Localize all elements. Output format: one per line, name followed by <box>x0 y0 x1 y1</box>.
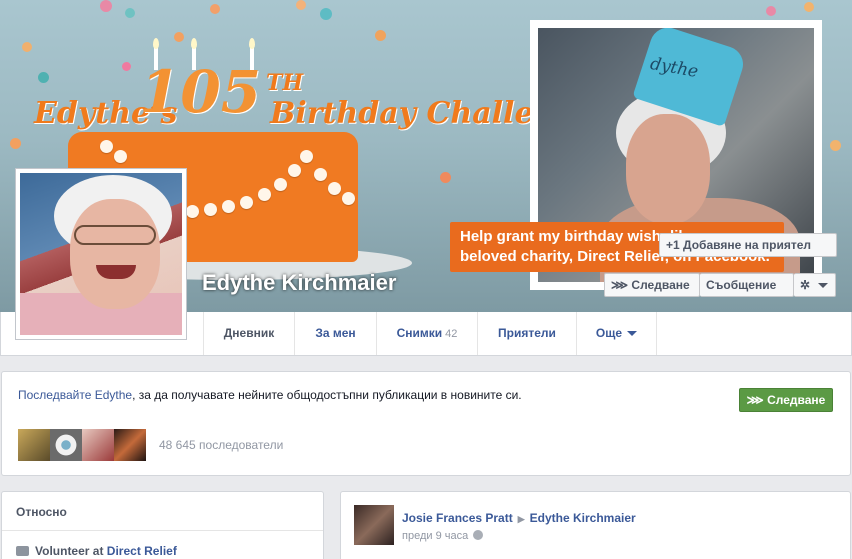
tab-friends[interactable]: Приятели <box>478 312 577 355</box>
globe-icon <box>473 530 484 540</box>
gear-icon: ✲ <box>800 278 811 292</box>
tab-label: За мен <box>315 326 356 340</box>
tab-timeline[interactable]: Дневник <box>203 312 295 355</box>
tab-about[interactable]: За мен <box>295 312 377 355</box>
add-friend-label: Добавяне на приятел <box>683 238 812 252</box>
briefcase-icon <box>16 546 29 556</box>
timeline-post: Josie Frances Pratt ▶ Edythe Kirchmaier пр… <box>340 491 851 559</box>
tab-label: Още <box>595 326 623 340</box>
rss-icon: ⋙ <box>611 278 629 292</box>
message-button[interactable]: Съобщение <box>700 273 794 297</box>
confetti <box>320 8 332 20</box>
profile-name[interactable]: Edythe Kirchmaier <box>202 270 396 296</box>
confetti <box>174 32 184 42</box>
follow-box: Последвайте Edythe, за да получавате ней… <box>1 371 851 476</box>
confetti <box>122 62 131 71</box>
confetti <box>125 8 135 18</box>
tab-photos[interactable]: Снимки 42 <box>377 312 478 355</box>
rss-icon: ⋙ <box>746 393 764 407</box>
about-title[interactable]: Относно <box>16 505 67 519</box>
message-label: Съобщение <box>706 278 777 292</box>
follow-green-label: Следване <box>767 393 826 407</box>
follow-name-link[interactable]: Последвайте Edythe <box>18 388 132 402</box>
banner-th: TH <box>266 70 304 96</box>
confetti <box>830 140 841 151</box>
options-gear-button[interactable]: ✲ <box>794 273 836 297</box>
tab-label: Дневник <box>223 326 275 340</box>
confetti <box>38 72 49 83</box>
chevron-down-icon <box>627 331 638 337</box>
follower-avatar[interactable] <box>50 429 82 461</box>
followers-count[interactable]: 48 645 последователи <box>159 438 283 452</box>
follower-avatar[interactable] <box>18 429 50 461</box>
about-work-item: Volunteer at Direct Relief <box>16 544 177 558</box>
post-header: Josie Frances Pratt ▶ Edythe Kirchmaier <box>402 511 636 525</box>
follower-avatar[interactable] <box>82 429 114 461</box>
chevron-down-icon <box>818 283 829 289</box>
banner-number: 105 <box>140 58 262 126</box>
work-prefix: Volunteer at <box>35 544 107 558</box>
confetti <box>375 30 386 41</box>
post-timestamp: преди 9 часа <box>402 530 484 542</box>
add-friend-button[interactable]: +1 Добавяне на приятел <box>659 233 837 257</box>
about-panel: Относно Volunteer at Direct Relief <box>1 491 324 559</box>
follow-label: Следване <box>631 278 690 292</box>
follow-green-button[interactable]: ⋙ Следване <box>739 388 833 412</box>
post-author-link[interactable]: Josie Frances Pratt <box>402 511 513 525</box>
follow-text: , за да получавате нейните общодостъпни … <box>132 388 522 402</box>
follow-prompt: Последвайте Edythe, за да получавате ней… <box>18 387 543 403</box>
divider <box>2 530 323 531</box>
follower-avatar[interactable] <box>114 429 146 461</box>
confetti <box>440 172 451 183</box>
confetti <box>766 6 776 16</box>
confetti <box>296 0 306 10</box>
post-time-text[interactable]: преди 9 часа <box>402 530 468 542</box>
tab-more[interactable]: Още <box>577 312 657 355</box>
post-target-link[interactable]: Edythe Kirchmaier <box>530 511 636 525</box>
arrow-right-icon: ▶ <box>517 514 525 524</box>
work-link[interactable]: Direct Relief <box>107 544 177 558</box>
confetti <box>804 2 814 12</box>
add-friend-icon: +1 <box>666 238 680 252</box>
follow-button[interactable]: ⋙ Следване <box>604 273 700 297</box>
tab-label: Снимки <box>396 326 443 340</box>
follower-thumbnails <box>18 429 146 461</box>
post-author-avatar[interactable] <box>354 505 394 545</box>
confetti <box>10 138 21 149</box>
confetti <box>210 4 220 14</box>
confetti <box>22 42 32 52</box>
confetti <box>100 0 112 12</box>
tab-label: Приятели <box>498 326 556 340</box>
profile-picture[interactable] <box>15 168 187 340</box>
photos-count: 42 <box>445 328 458 340</box>
